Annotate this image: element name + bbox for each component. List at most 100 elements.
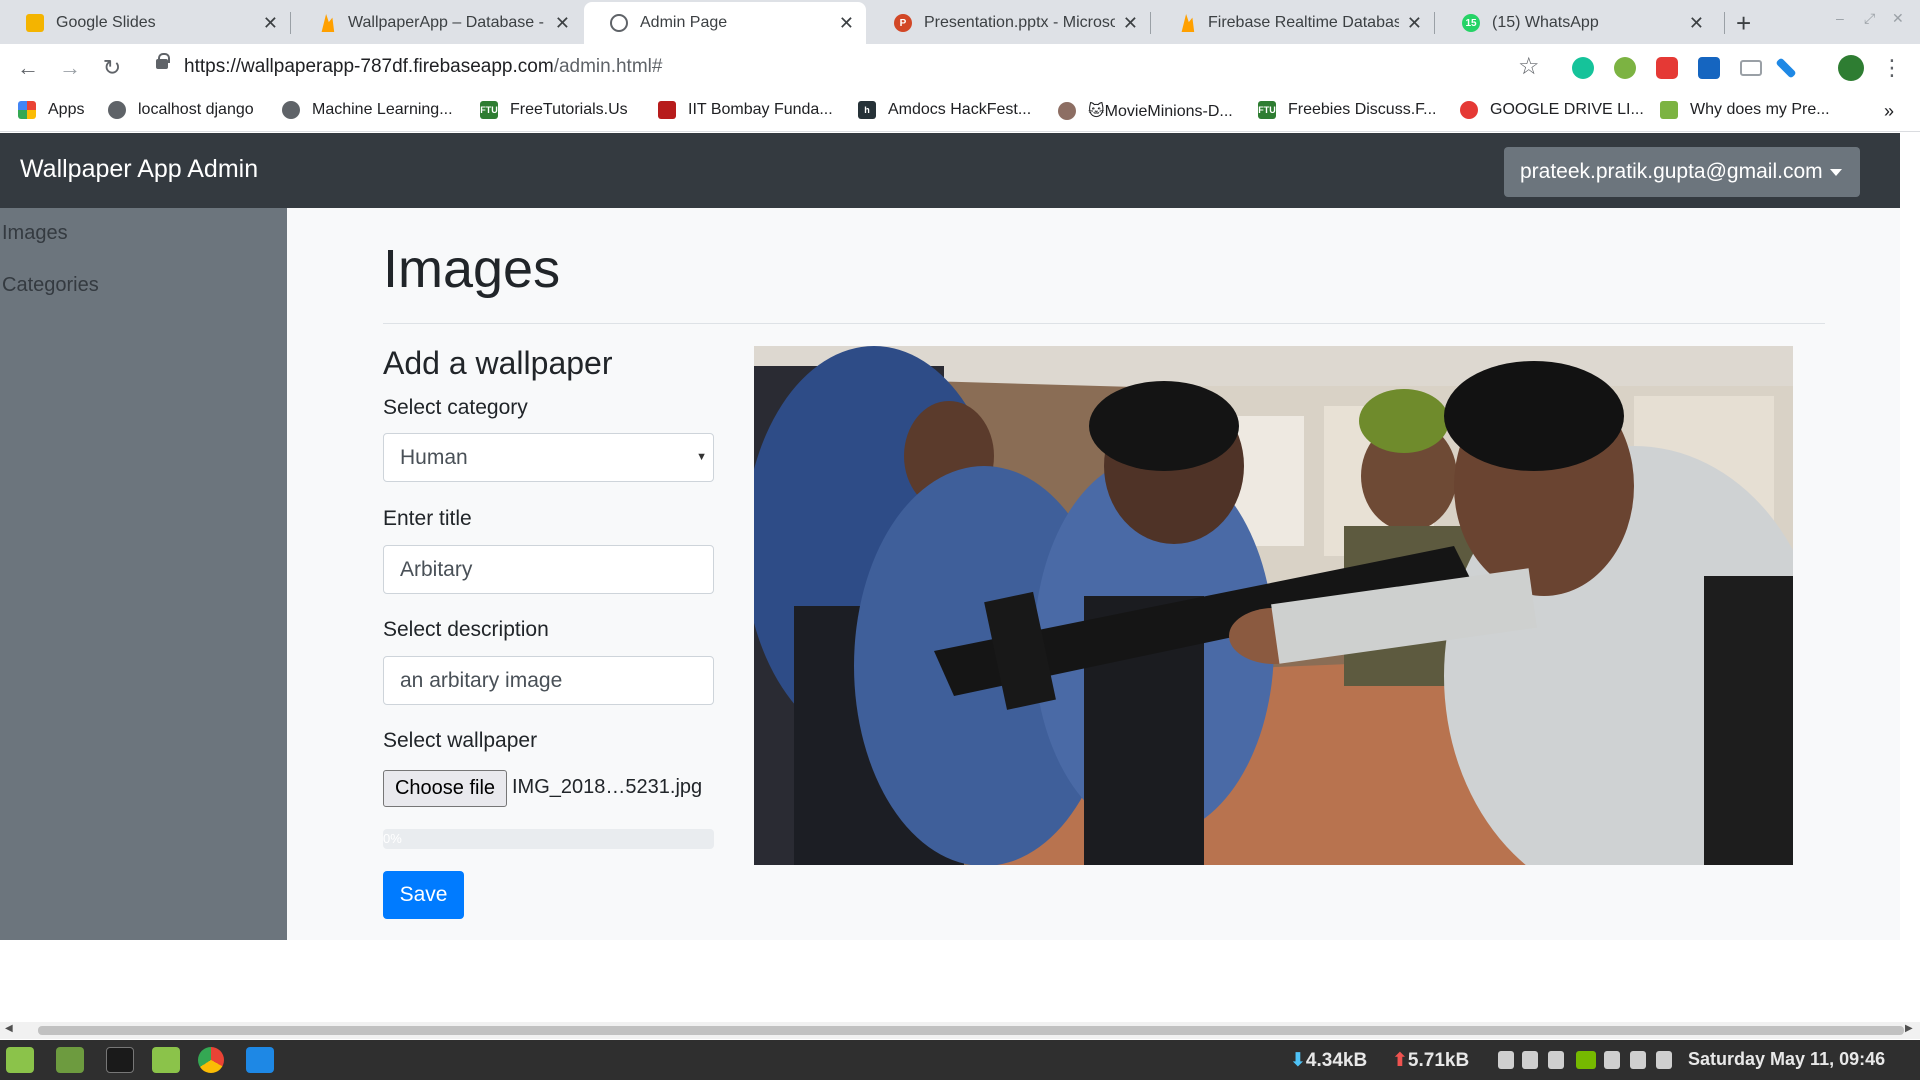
bookmark-amdocs-hackfest[interactable]: h Amdocs HackFest... (858, 101, 1031, 119)
ftu-icon: FTU (1258, 101, 1276, 119)
title-label: Enter title (383, 507, 472, 530)
divider (383, 323, 1825, 324)
app-navbar: Wallpaper App Admin prateek.pratik.gupta… (0, 133, 1920, 208)
page-title: Images (383, 239, 561, 299)
sidebar-item-categories[interactable]: Categories (2, 274, 99, 297)
close-tab-icon[interactable]: ✕ (555, 13, 570, 34)
firebase-icon (321, 14, 335, 32)
dropdown-arrow-icon: ▼ (696, 451, 707, 463)
app-brand[interactable]: Wallpaper App Admin (20, 155, 258, 184)
download-rate: ⬇4.34kB (1290, 1050, 1368, 1071)
avatar[interactable] (1838, 55, 1864, 81)
tab-whatsapp[interactable]: 15 (15) WhatsApp ✕ (1436, 2, 1716, 44)
forward-arrow-icon[interactable]: → (54, 52, 86, 84)
extension-icon[interactable] (1614, 57, 1636, 79)
url-path: /admin.html# (553, 56, 663, 77)
close-tab-icon[interactable]: ✕ (1123, 13, 1138, 34)
title-input[interactable]: Arbitary (383, 545, 714, 594)
browser-toolbar: ← → ↻ https://wallpaperapp-787df.firebas… (0, 44, 1920, 92)
bookmark-google-drive-links[interactable]: GOOGLE DRIVE LI... (1460, 101, 1644, 119)
scroll-right-arrow-icon[interactable]: ▶ (1905, 1023, 1913, 1034)
more-bookmarks-chevron-icon[interactable]: » (1884, 101, 1894, 122)
bookmark-movieminions[interactable]: 🐱MovieMinions-D... (1058, 101, 1233, 121)
globe-icon (610, 14, 628, 32)
grammarly-extension-icon[interactable] (1572, 57, 1594, 79)
network-icon[interactable] (1498, 1051, 1514, 1069)
vscode-icon[interactable] (246, 1047, 274, 1073)
download-arrow-icon: ⬇ (1290, 1050, 1306, 1071)
upload-progress-text: 0% (383, 831, 402, 846)
chrome-icon[interactable] (198, 1047, 224, 1073)
selected-file-name: IMG_2018…5231.jpg (512, 776, 703, 798)
user-dropdown-button[interactable]: prateek.pratik.gupta@gmail.com (1504, 147, 1860, 197)
address-bar[interactable]: https://wallpaperapp-787df.firebaseapp.c… (184, 56, 662, 78)
tab-wallpaperapp-database[interactable]: WallpaperApp – Database - ✕ (292, 2, 582, 44)
close-tab-icon[interactable]: ✕ (839, 13, 854, 34)
page-edge (1900, 133, 1920, 208)
upload-arrow-icon: ⬆ (1392, 1050, 1408, 1071)
pocket-extension-icon[interactable] (1656, 57, 1678, 79)
upload-progress-bar: 0% (383, 829, 714, 849)
wallpaper-preview-image (754, 346, 1793, 865)
scroll-left-arrow-icon[interactable]: ◀ (5, 1023, 13, 1034)
hackerearth-icon: h (858, 101, 876, 119)
nvidia-icon[interactable] (1576, 1051, 1596, 1069)
bookmark-apps[interactable]: Apps (18, 101, 84, 119)
tab-presentation-pptx[interactable]: P Presentation.pptx - Microsoft ✕ (868, 2, 1150, 44)
restore-window-icon[interactable]: ⤢ (1864, 10, 1875, 27)
movieminions-icon (1058, 102, 1076, 120)
choose-file-button[interactable]: Choose file (383, 770, 507, 807)
bookmark-freebies-discuss[interactable]: FTU Freebies Discuss.F... (1258, 101, 1436, 119)
globe-icon (108, 101, 126, 119)
tab-admin-page[interactable]: Admin Page ✕ (584, 2, 866, 44)
pen-extension-icon[interactable] (1775, 57, 1797, 79)
shield-icon[interactable] (1522, 1051, 1538, 1069)
clipboard-icon[interactable] (1604, 1051, 1620, 1069)
bookmark-star-icon[interactable]: ☆ (1518, 52, 1540, 81)
sidebar-item-images[interactable]: Images (2, 222, 68, 245)
save-button[interactable]: Save (383, 871, 464, 919)
reload-icon[interactable]: ↻ (96, 52, 128, 84)
show-desktop-icon[interactable] (56, 1047, 84, 1073)
file-manager-icon[interactable] (152, 1047, 180, 1073)
extension-icon[interactable] (1698, 57, 1720, 79)
linux-mint-menu-icon[interactable] (6, 1047, 34, 1073)
close-tab-icon[interactable]: ✕ (1689, 13, 1704, 34)
category-select-value: Human (400, 446, 468, 469)
close-tab-icon[interactable]: ✕ (1407, 13, 1422, 34)
tab-divider (1724, 12, 1725, 34)
bookmark-why-does-my[interactable]: Why does my Pre... (1660, 101, 1830, 119)
tab-divider (290, 12, 291, 34)
globe-icon (282, 101, 300, 119)
volume-icon[interactable] (1630, 1051, 1646, 1069)
bookmark-iit-bombay[interactable]: IIT Bombay Funda... (658, 101, 833, 119)
clock[interactable]: Saturday May 11, 09:46 (1688, 1049, 1885, 1070)
menu-kebab-icon[interactable]: ⋮ (1876, 52, 1908, 84)
description-input[interactable]: an arbitary image (383, 656, 714, 705)
bookmark-freetutorials[interactable]: FTU FreeTutorials.Us (480, 101, 628, 119)
ftu-icon: FTU (480, 101, 498, 119)
terminal-icon[interactable] (106, 1047, 134, 1073)
new-tab-button[interactable]: + (1736, 8, 1751, 39)
category-select[interactable]: Human ▼ (383, 433, 714, 482)
minimize-window-icon[interactable]: – (1836, 10, 1844, 26)
tab-google-slides[interactable]: Google Slides ✕ (0, 2, 290, 44)
form-heading: Add a wallpaper (383, 345, 613, 381)
category-label: Select category (383, 396, 528, 419)
bookmark-machine-learning[interactable]: Machine Learning... (282, 101, 453, 119)
scrollbar-thumb[interactable] (38, 1026, 1904, 1035)
bluetooth-icon[interactable] (1548, 1051, 1564, 1069)
bookmark-localhost-django[interactable]: localhost django (108, 101, 254, 119)
whatsapp-icon: 15 (1462, 14, 1480, 32)
battery-icon[interactable] (1656, 1051, 1672, 1069)
horizontal-scrollbar[interactable]: ◀ ▶ (0, 1022, 1920, 1039)
close-window-icon[interactable]: ✕ (1892, 10, 1904, 27)
tab-divider (1150, 12, 1151, 34)
sidebar: Images Categories (0, 208, 287, 940)
mail-extension-icon[interactable] (1740, 60, 1762, 76)
back-arrow-icon[interactable]: ← (12, 52, 44, 84)
close-tab-icon[interactable]: ✕ (263, 13, 278, 34)
wallpaper-label: Select wallpaper (383, 729, 538, 752)
tab-firebase-realtime-database[interactable]: Firebase Realtime Database ✕ (1152, 2, 1434, 44)
iit-bombay-icon (658, 101, 676, 119)
